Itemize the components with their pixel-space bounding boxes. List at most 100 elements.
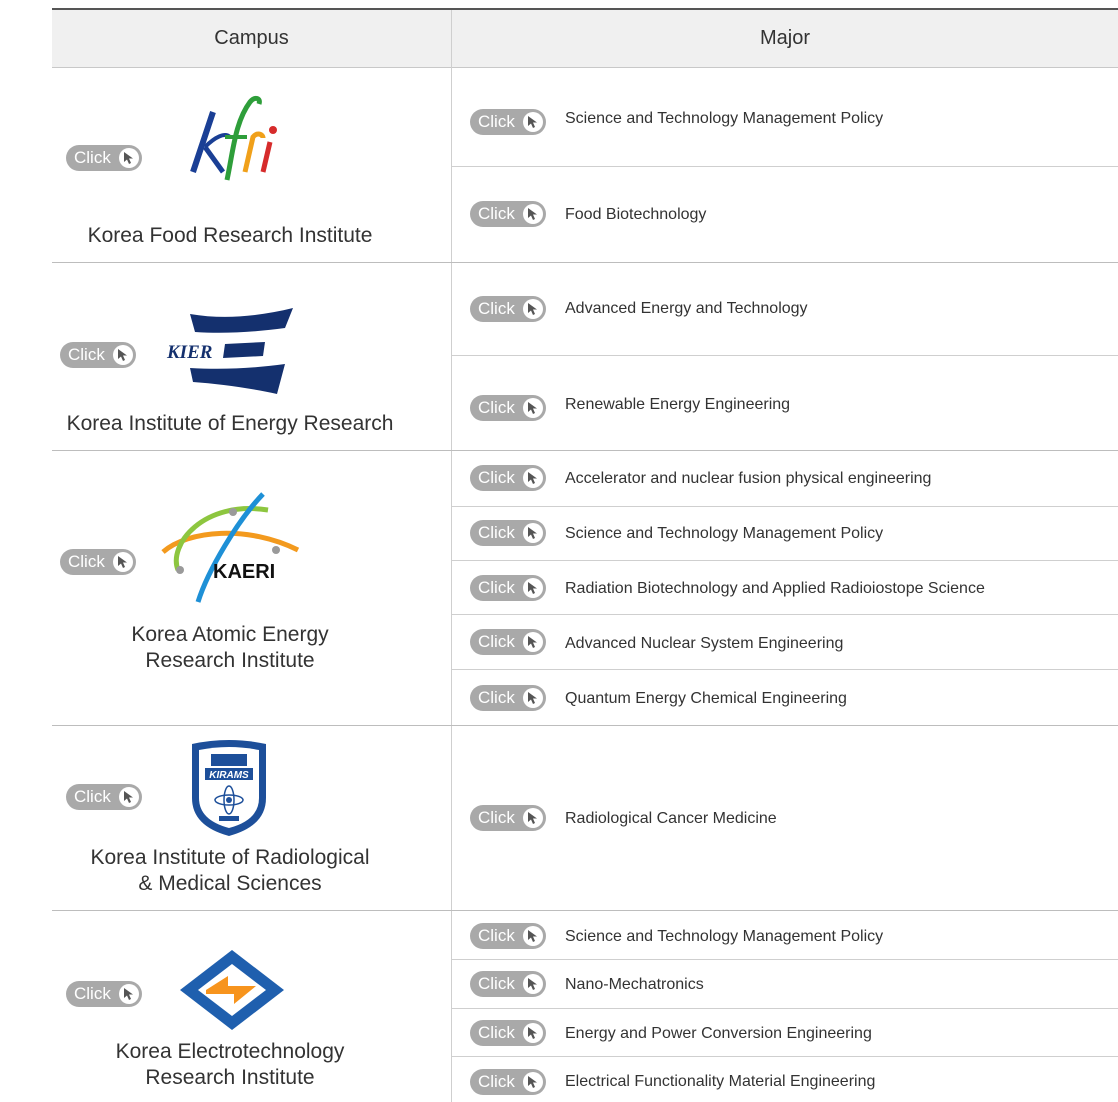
cursor-icon [523,578,543,598]
campus-name: Research Institute [145,649,315,672]
keri-click-button[interactable]: Click [66,981,142,1007]
major-label[interactable]: Accelerator and nuclear fusion physical … [565,470,931,488]
cursor-icon [523,468,543,488]
cursor-icon [523,926,543,946]
major-click-button[interactable]: Click [470,1069,546,1095]
major-label[interactable]: Energy and Power Conversion Engineering [565,1025,872,1043]
row-divider [52,450,1118,451]
click-label: Click [478,468,515,487]
major-click-button[interactable]: Click [470,685,546,711]
row-divider [52,910,1118,911]
cursor-icon [119,148,139,168]
major-label[interactable]: Advanced Nuclear System Engineering [565,635,843,653]
major-label[interactable]: Electrical Functionality Material Engine… [565,1073,875,1091]
row-divider [52,262,1118,263]
major-click-button[interactable]: Click [470,1020,546,1046]
major-label[interactable]: Quantum Energy Chemical Engineering [565,690,847,708]
major-click-button[interactable]: Click [470,520,546,546]
major-label[interactable]: Nano-Mechatronics [565,976,704,994]
cursor-icon [523,632,543,652]
major-divider [452,506,1118,507]
keri-logo [180,950,284,1030]
major-click-button[interactable]: Click [470,395,546,421]
major-divider [452,959,1118,960]
major-click-button[interactable]: Click [470,296,546,322]
click-label: Click [478,632,515,651]
click-label: Click [478,1072,515,1091]
kaeri-logo-text: KAERI [213,561,275,583]
click-label: Click [478,578,515,597]
cursor-icon [523,808,543,828]
major-label[interactable]: Radiological Cancer Medicine [565,810,777,828]
cursor-icon [523,1072,543,1092]
major-label[interactable]: Radiation Biotechnology and Applied Radi… [565,580,985,598]
campus-column-header: Campus [214,27,289,49]
kaeri-click-button[interactable]: Click [60,549,136,575]
campus-name: Research Institute [145,1066,315,1089]
major-click-button[interactable]: Click [470,575,546,601]
cursor-icon [523,204,543,224]
major-divider [452,166,1118,167]
click-label: Click [478,112,515,131]
click-label: Click [478,398,515,417]
click-label: Click [68,345,105,364]
click-label: Click [478,1023,515,1042]
cursor-icon [523,1023,543,1043]
campus-name: Korea Electrotechnology [115,1040,345,1063]
major-divider [452,614,1118,615]
major-divider [452,560,1118,561]
cursor-icon [523,112,543,132]
major-divider [452,355,1118,356]
click-label: Click [478,204,515,223]
click-label: Click [478,299,515,318]
major-divider [452,669,1118,670]
kirams-logo-text: KIRAMS [209,770,249,781]
major-click-button[interactable]: Click [470,465,546,491]
click-label: Click [478,688,515,707]
cursor-icon [523,974,543,994]
cursor-icon [119,984,139,1004]
campus-name: & Medical Sciences [138,872,322,895]
campus-name: Korea Institute of Radiological [90,846,370,869]
cursor-icon [523,398,543,418]
kier-logo: KIER [166,308,293,394]
click-label: Click [74,984,111,1003]
major-label[interactable]: Food Biotechnology [565,206,706,224]
major-click-button[interactable]: Click [470,629,546,655]
click-label: Click [478,926,515,945]
major-label[interactable]: Renewable Energy Engineering [565,396,790,414]
kfri-logo [190,95,277,181]
major-label[interactable]: Science and Technology Management Policy [565,110,883,128]
major-click-button[interactable]: Click [470,201,546,227]
kirams-logo: KIRAMS [192,740,266,836]
major-click-button[interactable]: Click [470,109,546,135]
kier-logo-text: KIER [166,342,212,363]
click-label: Click [74,787,111,806]
click-label: Click [478,808,515,827]
click-label: Click [68,552,105,571]
cursor-icon [523,523,543,543]
cursor-icon [523,299,543,319]
major-click-button[interactable]: Click [470,971,546,997]
click-label: Click [478,974,515,993]
major-label[interactable]: Science and Technology Management Policy [565,525,883,543]
kirams-click-button[interactable]: Click [66,784,142,810]
major-label[interactable]: Science and Technology Management Policy [565,928,883,946]
campus-name: Korea Atomic Energy [131,623,329,646]
major-divider [452,1056,1118,1057]
kier-click-button[interactable]: Click [60,342,136,368]
kaeri-logo: KAERI [161,492,300,603]
column-divider [451,10,452,1102]
cursor-icon [523,688,543,708]
click-label: Click [478,523,515,542]
row-divider [52,725,1118,726]
cursor-icon [113,345,133,365]
major-label[interactable]: Advanced Energy and Technology [565,300,808,318]
major-click-button[interactable]: Click [470,923,546,949]
major-divider [452,1008,1118,1009]
major-column-header: Major [759,27,810,49]
kfri-click-button[interactable]: Click [66,145,142,171]
major-click-button[interactable]: Click [470,805,546,831]
click-label: Click [74,148,111,167]
campus-name: Korea Institute of Energy Research [66,412,394,435]
